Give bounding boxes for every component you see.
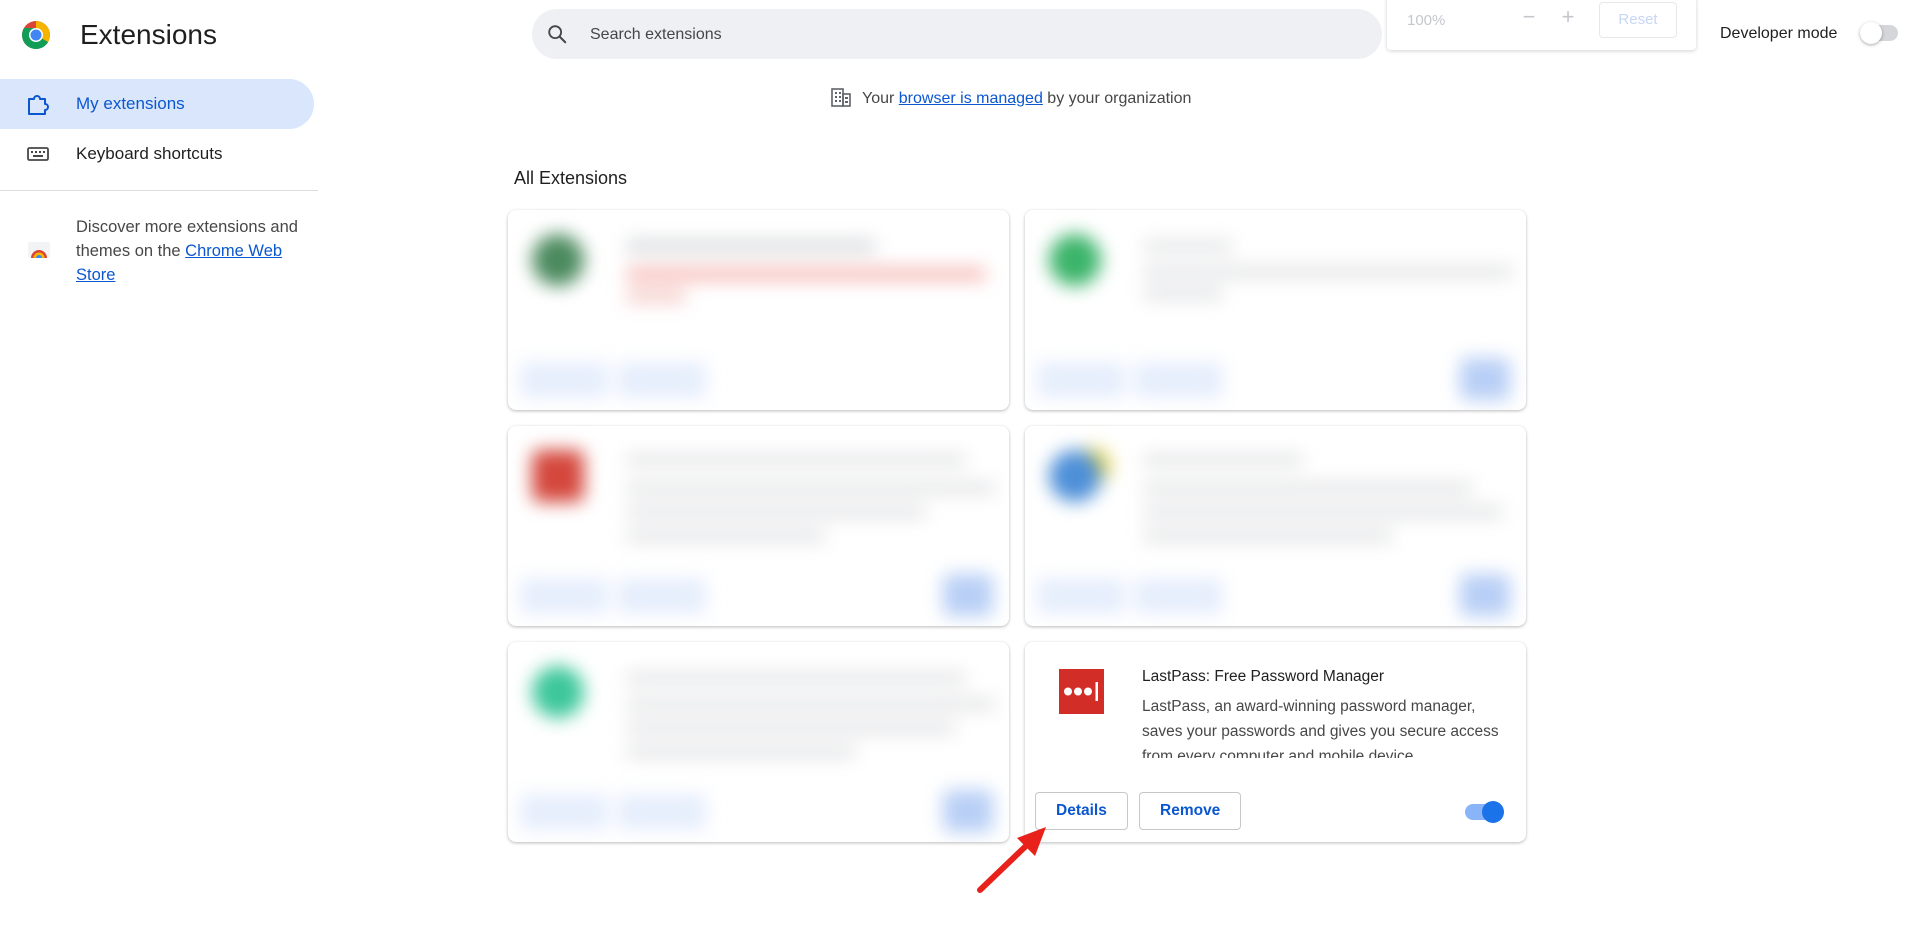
zoom-reset-button[interactable]: Reset (1599, 2, 1677, 38)
building-icon (831, 88, 851, 107)
sidebar-item-my-extensions[interactable]: My extensions (0, 79, 314, 129)
discover-more-text: Discover more extensions and themes on t… (76, 218, 298, 284)
extension-name: LastPass: Free Password Manager (1142, 668, 1385, 685)
extension-card-blurred (508, 210, 1009, 410)
keyboard-icon (27, 147, 49, 161)
search-icon (548, 25, 567, 44)
annotation-arrow-icon (977, 827, 1046, 893)
puzzle-icon (28, 95, 49, 115)
zoom-in-button[interactable]: + (1556, 6, 1580, 30)
remove-button[interactable]: Remove (1139, 792, 1242, 830)
managed-notice: Your browser is managed by your organiza… (830, 87, 1191, 108)
zoom-level: 100% (1407, 12, 1446, 29)
extension-card-lastpass: LastPass: Free Password Manager LastPass… (1025, 642, 1526, 842)
chrome-web-store-icon (28, 242, 50, 258)
sidebar-item-label: My extensions (76, 94, 185, 113)
page-title: Extensions (80, 19, 217, 50)
section-title: All Extensions (514, 168, 628, 188)
sidebar-item-keyboard-shortcuts[interactable]: Keyboard shortcuts (0, 129, 314, 179)
lastpass-icon (1059, 669, 1104, 714)
chrome-logo-icon (22, 21, 50, 49)
search-bar[interactable] (532, 9, 1382, 59)
browser-managed-link[interactable]: browser is managed (899, 90, 1043, 107)
zoom-out-button[interactable]: − (1517, 6, 1541, 30)
sidebar-item-label: Keyboard shortcuts (76, 144, 223, 163)
search-input[interactable] (588, 19, 1352, 51)
extension-card-blurred (508, 426, 1009, 626)
zoom-popup: 100% − + Reset (1387, 0, 1696, 50)
extension-card-blurred (1025, 210, 1526, 410)
developer-mode-label: Developer mode (1720, 25, 1838, 42)
sidebar-divider (0, 190, 318, 191)
extension-card-blurred (1025, 426, 1526, 626)
extension-enable-toggle[interactable] (1465, 801, 1504, 823)
extension-card-blurred (508, 642, 1009, 842)
developer-mode-toggle[interactable] (1860, 22, 1898, 44)
extension-description: LastPass, an award-winning password mana… (1142, 698, 1499, 758)
